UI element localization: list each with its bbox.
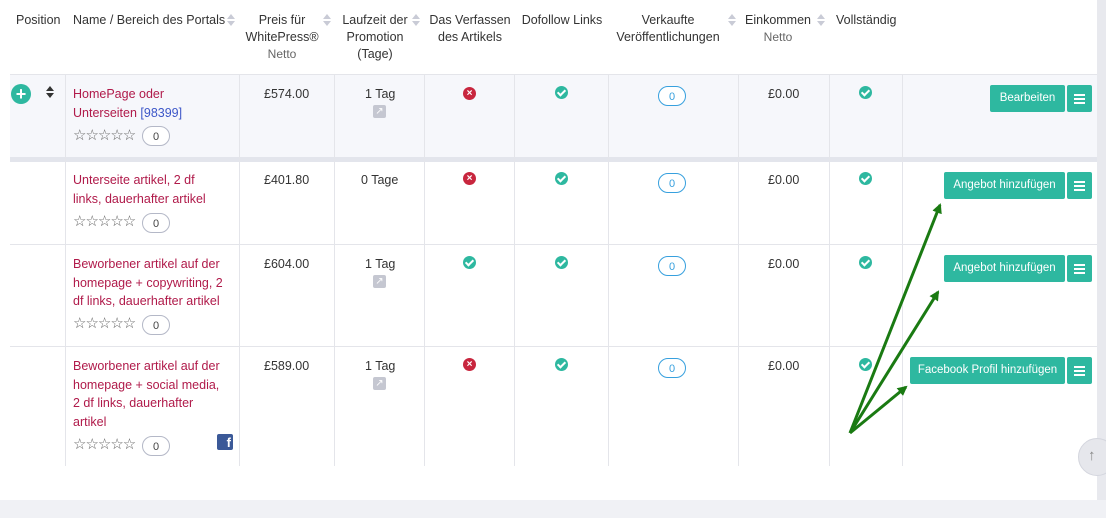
annotation-arrow <box>848 203 942 434</box>
annotation-arrow <box>848 290 940 434</box>
annotation-arrows <box>848 203 942 435</box>
